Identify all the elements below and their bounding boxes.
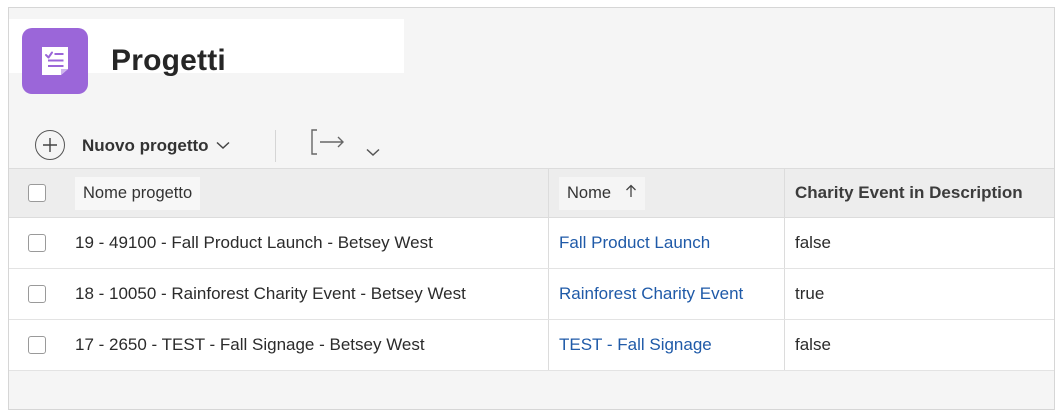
project-name-cell: 17 - 2650 - TEST - Fall Signage - Betsey… [75, 335, 425, 354]
column-header-text: Nome [567, 183, 612, 202]
project-link[interactable]: TEST - Fall Signage [559, 335, 712, 355]
column-header-label: Nome progetto [75, 176, 201, 210]
export-chevron-down-icon[interactable] [366, 144, 380, 162]
row-checkbox-cell [9, 269, 65, 319]
row-checkbox[interactable] [28, 336, 46, 354]
project-link[interactable]: Fall Product Launch [559, 233, 710, 253]
table-footer [9, 372, 1054, 409]
toolbar-divider [275, 130, 276, 162]
table-header: Nome progetto Nome Charity Event in Desc… [9, 168, 1054, 218]
project-name-cell: 18 - 10050 - Rainforest Charity Event - … [75, 284, 466, 303]
column-header-name[interactable]: Nome [548, 169, 784, 217]
projects-table: Nome progetto Nome Charity Event in Desc… [9, 168, 1054, 371]
row-checkbox[interactable] [28, 234, 46, 252]
header-checkbox-cell [9, 169, 65, 217]
name-cell: TEST - Fall Signage [548, 320, 784, 370]
charity-cell: false [784, 320, 1054, 370]
name-cell: Fall Product Launch [548, 218, 784, 268]
page-title: Progetti [111, 44, 226, 77]
export-arrow-icon[interactable] [311, 128, 347, 156]
toolbar: Nuovo progetto [9, 120, 1054, 168]
charity-cell: true [784, 269, 1054, 319]
name-cell: Rainforest Charity Event [548, 269, 784, 319]
sort-ascending-icon [625, 184, 637, 203]
project-name-cell: 19 - 49100 - Fall Product Launch - Betse… [75, 233, 433, 252]
row-checkbox-cell [9, 320, 65, 370]
table-row[interactable]: 18 - 10050 - Rainforest Charity Event - … [9, 269, 1054, 320]
column-header-charity[interactable]: Charity Event in Description [784, 169, 1054, 217]
page-frame: Progetti Nuovo progetto Nome progetto No… [8, 7, 1055, 410]
new-project-label: Nuovo progetto [82, 136, 209, 155]
column-header-label: Nome [559, 176, 646, 210]
column-header-project-name[interactable]: Nome progetto [65, 169, 548, 217]
plus-circle-icon[interactable] [35, 130, 65, 160]
table-row[interactable]: 17 - 2650 - TEST - Fall Signage - Betsey… [9, 320, 1054, 371]
chevron-down-icon [216, 137, 230, 155]
select-all-checkbox[interactable] [28, 184, 46, 202]
project-link[interactable]: Rainforest Charity Event [559, 284, 743, 304]
row-checkbox[interactable] [28, 285, 46, 303]
checklist-icon [22, 28, 88, 94]
row-checkbox-cell [9, 218, 65, 268]
table-row[interactable]: 19 - 49100 - Fall Product Launch - Betse… [9, 218, 1054, 269]
new-project-button[interactable]: Nuovo progetto [82, 134, 230, 158]
page-header: Progetti [9, 8, 1054, 120]
charity-cell: false [784, 218, 1054, 268]
